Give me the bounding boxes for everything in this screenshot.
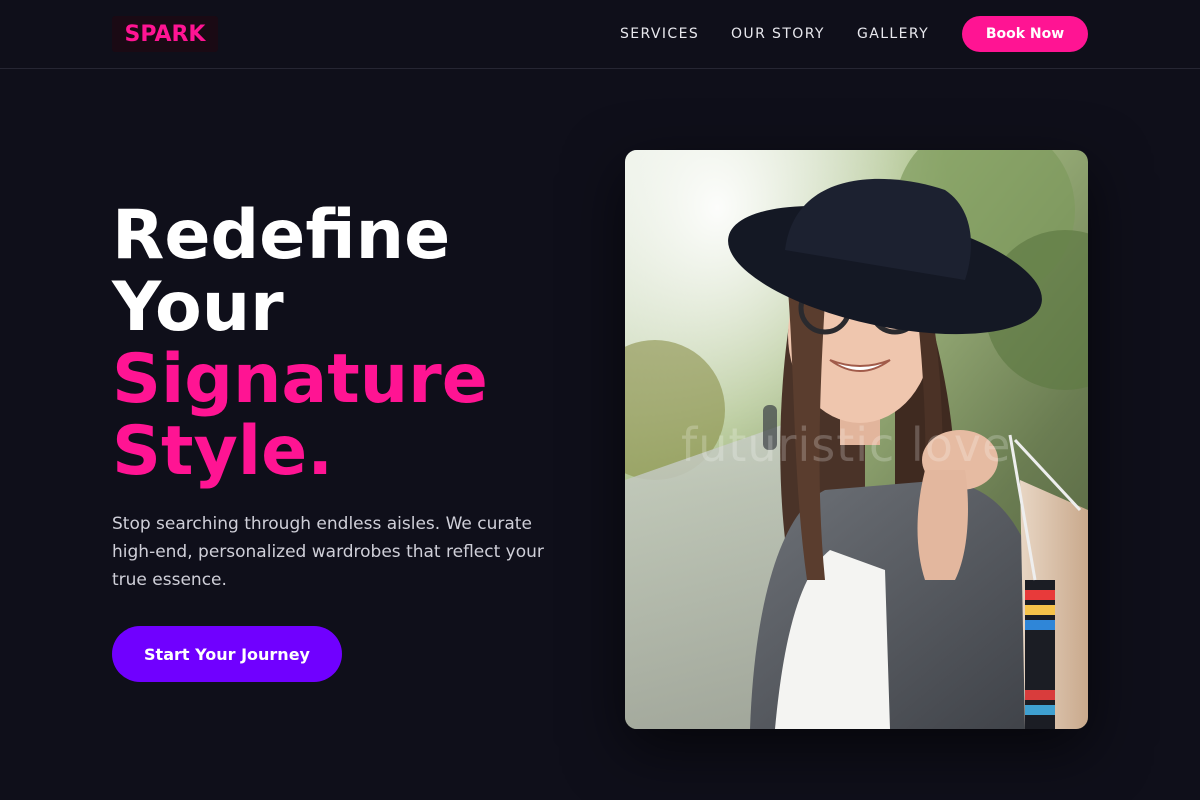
book-now-button[interactable]: Book Now	[962, 16, 1088, 52]
hero-title-line-3: Signature	[112, 340, 488, 419]
nav-item-our-story[interactable]: OUR STORY	[731, 26, 825, 42]
nav-item-services[interactable]: SERVICES	[620, 26, 699, 42]
hero-photo: futuristic love	[625, 150, 1088, 729]
photo-watermark: futuristic love	[681, 418, 1012, 472]
site-header: SPARK SERVICES OUR STORY GALLERY Book No…	[0, 0, 1200, 69]
hero-title-line-2: Your	[112, 268, 284, 347]
hero-description: Stop searching through endless aisles. W…	[112, 514, 544, 590]
brand-logo[interactable]: SPARK	[112, 16, 218, 52]
hero-title-line-1: Redefine	[112, 196, 451, 275]
hero-title-line-4: Style.	[112, 412, 334, 491]
hero-title: Redefine Your Signature Style.	[112, 200, 488, 488]
start-journey-button[interactable]: Start Your Journey	[112, 626, 342, 682]
nav-item-gallery[interactable]: GALLERY	[857, 26, 929, 42]
